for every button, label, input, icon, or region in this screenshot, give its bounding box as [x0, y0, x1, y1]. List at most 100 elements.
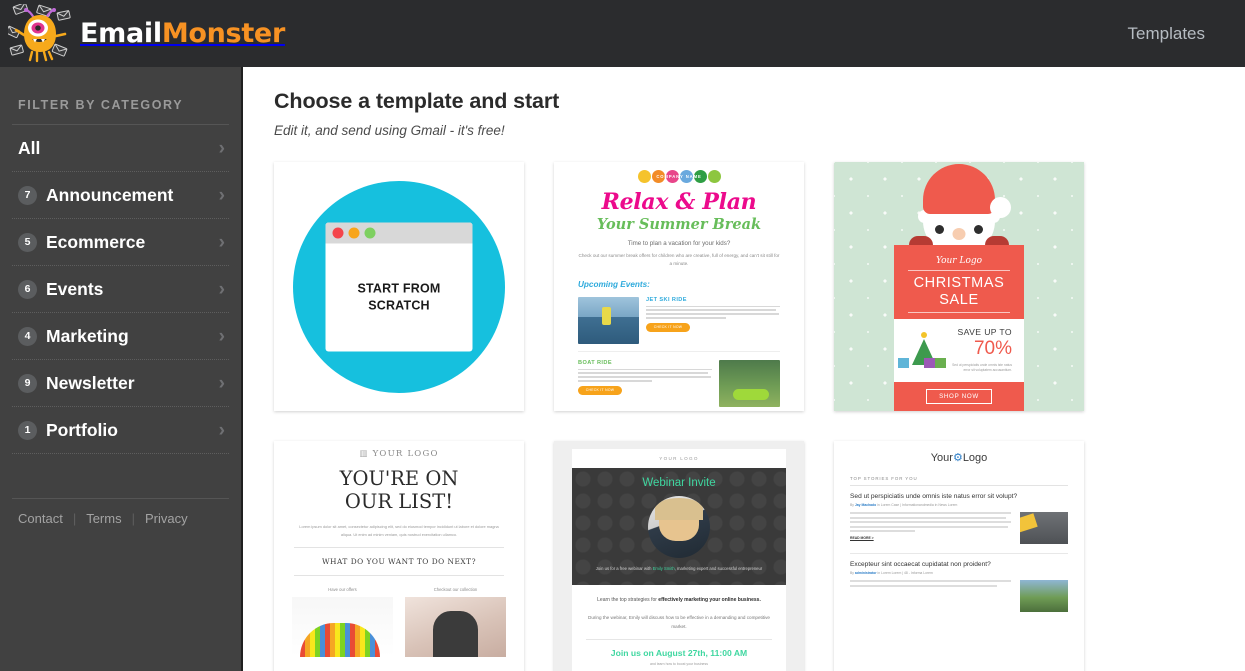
christmas-tree-gifts-icon	[894, 329, 950, 371]
webinar-date: Join us on August 27th, 11:00 AM	[610, 648, 748, 659]
category-count-badge: 1	[18, 420, 37, 440]
sidebar-item-label: Marketing	[46, 325, 129, 346]
webinar-logo: YOUR LOGO	[659, 456, 699, 461]
divider	[586, 639, 772, 641]
page-subtitle: Edit it, and send using Gmail - it's fre…	[274, 123, 505, 138]
template-card-relax-and-plan[interactable]: COMPANY NAME Relax & Plan Your Summer Br…	[554, 162, 804, 411]
event-cta-button[interactable]: CHECK IT NOW	[646, 322, 690, 332]
divider	[908, 312, 1010, 313]
browser-window-graphic: START FROM SCRATCH	[325, 222, 473, 351]
article-title[interactable]: Excepteur sint occaecat cupidatat non pr…	[850, 561, 1068, 568]
divider: |	[72, 511, 77, 526]
christmas-offer-box: SAVE UP TO 70% Sed ut perspiciatis unde …	[894, 319, 1024, 382]
terms-link[interactable]: Terms	[86, 511, 121, 526]
chevron-right-icon: ›	[218, 184, 225, 206]
sidebar-item-portfolio[interactable]: 1 Portfolio ›	[12, 407, 229, 454]
list-logo: ▥ YOUR LOGO	[292, 449, 506, 459]
santa-hat-icon	[923, 164, 1011, 218]
relax-subheading: Your Summer Break	[596, 216, 762, 233]
chevron-right-icon: ›	[218, 137, 225, 159]
top-header: EmailMonster Templates	[0, 0, 1245, 67]
sidebar-item-marketing[interactable]: 4 Marketing ›	[12, 313, 229, 360]
header-nav: Templates	[1124, 18, 1245, 50]
logo-mark-icon: ▥	[359, 449, 369, 459]
window-maximize-dot-icon	[364, 227, 376, 238]
sidebar-footer: Contact | Terms | Privacy	[12, 498, 229, 526]
list-column[interactable]: Have our offers	[292, 587, 393, 658]
divider	[908, 270, 1010, 271]
article-thumbnail	[1020, 512, 1068, 544]
chevron-right-icon: ›	[218, 231, 225, 253]
logo-text-monster: Monster	[161, 18, 285, 49]
webinar-body-2: During the webinar, Emily will discuss h…	[588, 614, 770, 630]
sidebar: FILTER BY CATEGORY All › 7 Announcement …	[0, 67, 243, 671]
monster-mascot-icon	[5, 1, 74, 64]
sidebar-item-label: Newsletter	[46, 372, 135, 393]
event-cta-button[interactable]: CHECK IT NOW	[578, 385, 622, 395]
window-minimize-dot-icon	[348, 227, 360, 238]
browser-body: START FROM SCRATCH	[326, 243, 473, 351]
scratch-line-1: START FROM	[357, 281, 441, 296]
webinar-caption-pre: Join us for a free webinar with	[595, 566, 653, 571]
sidebar-item-newsletter[interactable]: 9 Newsletter ›	[12, 360, 229, 407]
nav-templates-link[interactable]: Templates	[1124, 18, 1209, 50]
category-count-badge: 4	[18, 326, 37, 346]
byline-post: in Lorem Lorem | 48 - Informa Lorem	[876, 571, 933, 575]
category-count-badge: 9	[18, 373, 37, 393]
webinar-date-sub: and learn how to boost your business	[650, 662, 708, 667]
sidebar-item-announcement[interactable]: 7 Announcement ›	[12, 172, 229, 219]
sidebar-item-label: Announcement	[46, 184, 174, 205]
list-col-caption: Have our offers	[328, 587, 357, 593]
sidebar-item-events[interactable]: 6 Events ›	[12, 266, 229, 313]
sidebar-item-ecommerce[interactable]: 5 Ecommerce ›	[12, 219, 229, 266]
event-title: BOAT RIDE	[578, 359, 612, 366]
template-card-christmas-sale[interactable]: Your Logo CHRISTMAS SALE SAVE UP TO 70% …	[834, 162, 1084, 411]
article-text-lines: READ MORE >	[850, 512, 1013, 544]
event-text-lines	[646, 305, 780, 319]
divider	[294, 547, 504, 549]
page-title: Choose a template and start	[274, 89, 560, 113]
newsletter-kicker: TOP STORIES FOR YOU	[850, 476, 918, 481]
scratch-line-2: SCRATCH	[368, 298, 430, 312]
gear-icon: ⚙	[952, 452, 963, 464]
article-thumbnail	[1020, 580, 1068, 612]
woman-photo	[405, 597, 506, 658]
template-card-start-from-scratch[interactable]: START FROM SCRATCH	[274, 162, 524, 411]
sidebar-item-label: Events	[46, 278, 104, 299]
newsletter-logo-post: Logo	[962, 452, 988, 464]
event-row: JET SKI RIDE CHECK IT NOW	[578, 296, 780, 352]
template-card-webinar-invite[interactable]: YOUR LOGO Webinar Invite Join us for a f…	[554, 441, 804, 671]
category-count-badge: 7	[18, 185, 37, 205]
christmas-title-1: CHRISTMAS	[913, 275, 1005, 291]
shop-now-button[interactable]: SHOP NOW	[926, 388, 992, 404]
contact-link[interactable]: Contact	[18, 511, 63, 526]
privacy-link[interactable]: Privacy	[145, 511, 188, 526]
read-more-link[interactable]: READ MORE >	[850, 536, 1013, 540]
chevron-right-icon: ›	[218, 419, 225, 441]
template-card-newsletter[interactable]: Your⚙Logo TOP STORIES FOR YOU Sed ut per…	[834, 441, 1084, 671]
list-heading-2: OUR LIST!	[344, 490, 454, 514]
template-card-youre-on-our-list[interactable]: ▥ YOUR LOGO YOU'RE ON OUR LIST! Lorem ips…	[274, 441, 524, 671]
article-title[interactable]: Sed ut perspiciatis unde omnis iste natu…	[850, 493, 1068, 500]
brand-logo-link[interactable]: EmailMonster	[0, 0, 285, 67]
webinar-caption-post: , marketing expert and successful entrep…	[674, 566, 763, 571]
newsletter-logo-pre: Your	[930, 452, 953, 464]
sidebar-item-label: Ecommerce	[46, 231, 146, 252]
divider: |	[131, 511, 135, 526]
relax-lead: Time to plan a vacation for your kids?	[627, 240, 731, 247]
discount-note: Sed ut perspiciatis unde omnis iste natu…	[952, 363, 1012, 373]
logo-text-email: Email	[80, 18, 162, 49]
christmas-title-2: SALE	[939, 292, 979, 308]
santa-eye-left	[935, 225, 944, 234]
list-column[interactable]: Checkout our collection	[405, 587, 506, 658]
byline-post: in Lorem Case | Informationandmedia in N…	[876, 503, 958, 507]
browser-titlebar	[325, 222, 473, 243]
webinar-hero: Webinar Invite Join us for a free webina…	[572, 468, 786, 585]
sidebar-item-all[interactable]: All ›	[12, 125, 229, 172]
category-count-badge: 5	[18, 232, 37, 252]
webinar-title: Webinar Invite	[642, 477, 716, 489]
upcoming-events-title: Upcoming Events:	[578, 279, 650, 289]
category-list: All › 7 Announcement › 5 Ecommerce › 6 E…	[12, 124, 229, 454]
discount-value: 70%	[973, 338, 1012, 359]
event-text-lines	[578, 368, 712, 382]
